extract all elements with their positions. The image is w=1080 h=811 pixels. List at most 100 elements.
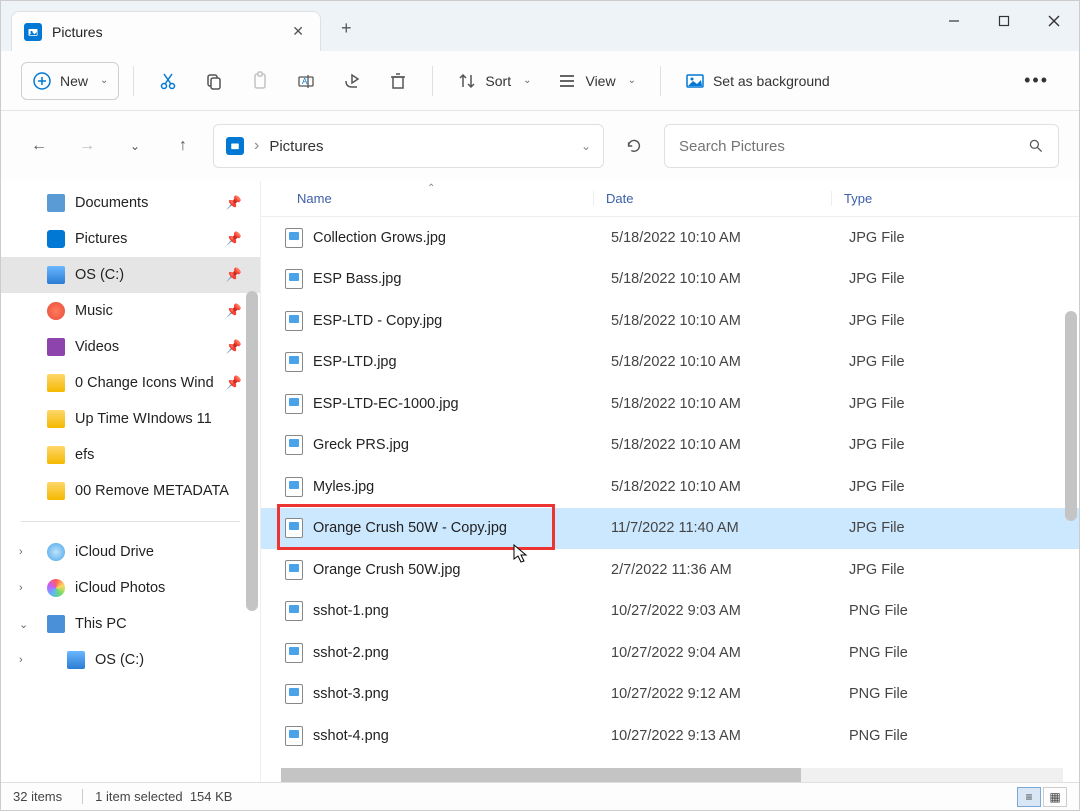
sidebar-item[interactable]: efs <box>1 437 260 473</box>
pictures-icon <box>226 137 244 155</box>
copy-button[interactable] <box>194 63 234 99</box>
set-background-button[interactable]: Set as background <box>675 63 840 99</box>
file-date: 5/18/2022 10:10 AM <box>599 271 837 287</box>
folder-icon <box>47 230 65 248</box>
file-date: 10/27/2022 9:13 AM <box>599 728 837 744</box>
file-row[interactable]: Orange Crush 50W - Copy.jpg11/7/2022 11:… <box>261 508 1079 550</box>
sidebar-scrollbar[interactable] <box>246 291 260 691</box>
search-box[interactable] <box>664 124 1059 168</box>
file-row[interactable]: Collection Grows.jpg5/18/2022 10:10 AMJP… <box>261 217 1079 259</box>
expand-icon[interactable]: › <box>19 582 23 594</box>
details-view-button[interactable]: ≡ <box>1017 787 1041 807</box>
expand-icon[interactable]: › <box>19 546 23 558</box>
address-bar[interactable]: › Pictures ⌄ <box>213 124 604 168</box>
tab-close-button[interactable]: ✕ <box>288 19 308 44</box>
sidebar-item[interactable]: 00 Remove METADATA <box>1 473 260 509</box>
sidebar-item[interactable]: ›iCloud Drive <box>1 534 260 570</box>
sidebar-item-label: Music <box>75 303 113 319</box>
file-icon <box>285 643 303 663</box>
folder-icon <box>47 410 65 428</box>
more-button[interactable]: ••• <box>1014 62 1059 99</box>
sidebar-item-label: 00 Remove METADATA <box>75 483 229 499</box>
sort-button[interactable]: Sort ⌄ <box>447 63 541 99</box>
share-button[interactable] <box>332 63 372 99</box>
file-type: JPG File <box>837 313 1007 329</box>
file-type: PNG File <box>837 686 1007 702</box>
main-content: Documents📌Pictures📌OS (C:)📌Music📌Videos📌… <box>1 181 1079 784</box>
file-row[interactable]: Greck PRS.jpg5/18/2022 10:10 AMJPG File <box>261 425 1079 467</box>
folder-icon <box>47 615 65 633</box>
sidebar-item[interactable]: Up Time WIndows 11 <box>1 401 260 437</box>
sidebar-item[interactable]: ›OS (C:) <box>1 642 260 678</box>
file-row[interactable]: ESP-LTD-EC-1000.jpg5/18/2022 10:10 AMJPG… <box>261 383 1079 425</box>
file-row[interactable]: ESP-LTD.jpg5/18/2022 10:10 AMJPG File <box>261 342 1079 384</box>
file-row[interactable]: sshot-4.png10/27/2022 9:13 AMPNG File <box>261 715 1079 757</box>
file-type: JPG File <box>837 479 1007 495</box>
folder-icon <box>47 194 65 212</box>
file-row[interactable]: sshot-1.png10/27/2022 9:03 AMPNG File <box>261 591 1079 633</box>
sidebar-item-label: Pictures <box>75 231 127 247</box>
delete-button[interactable] <box>378 63 418 99</box>
file-row[interactable]: Orange Crush 50W.jpg2/7/2022 11:36 AMJPG… <box>261 549 1079 591</box>
file-name: Greck PRS.jpg <box>313 437 599 453</box>
view-label: View <box>585 73 615 89</box>
close-button[interactable] <box>1029 1 1079 41</box>
tab-title: Pictures <box>52 24 278 40</box>
minimize-button[interactable] <box>929 1 979 41</box>
file-icon <box>285 228 303 248</box>
pictures-icon <box>24 23 42 41</box>
rename-button[interactable]: A <box>286 63 326 99</box>
sidebar-item[interactable]: Music📌 <box>1 293 260 329</box>
view-button[interactable]: View ⌄ <box>547 63 645 99</box>
pin-icon: 📌 <box>226 195 242 211</box>
folder-icon <box>47 374 65 392</box>
file-name: Orange Crush 50W.jpg <box>313 562 599 578</box>
breadcrumb-location[interactable]: Pictures <box>269 138 571 155</box>
sidebar-item[interactable]: › iCloud Photos <box>1 570 260 606</box>
refresh-button[interactable] <box>616 128 652 164</box>
file-icon <box>285 477 303 497</box>
forward-button[interactable]: → <box>69 128 105 164</box>
sidebar-item[interactable]: 0 Change Icons Wind📌 <box>1 365 260 401</box>
thumbnails-view-button[interactable]: ▦ <box>1043 787 1067 807</box>
breadcrumb-separator: › <box>254 137 259 155</box>
sidebar-item-label: iCloud Photos <box>75 580 165 596</box>
sidebar-item[interactable]: Pictures📌 <box>1 221 260 257</box>
file-row[interactable]: sshot-2.png10/27/2022 9:04 AMPNG File <box>261 632 1079 674</box>
file-icon <box>285 560 303 580</box>
file-row[interactable]: ESP-LTD - Copy.jpg5/18/2022 10:10 AMJPG … <box>261 300 1079 342</box>
column-name[interactable]: Name⌃ <box>297 191 593 206</box>
file-row[interactable]: ESP Bass.jpg5/18/2022 10:10 AMJPG File <box>261 259 1079 301</box>
cut-button[interactable] <box>148 63 188 99</box>
horizontal-scrollbar[interactable] <box>281 768 1063 782</box>
new-tab-button[interactable]: + <box>321 6 372 51</box>
sidebar-item[interactable]: Videos📌 <box>1 329 260 365</box>
new-button[interactable]: New ⌄ <box>21 62 119 100</box>
sort-label: Sort <box>485 73 511 89</box>
sidebar-item[interactable]: OS (C:)📌 <box>1 257 260 293</box>
file-row[interactable]: sshot-3.png10/27/2022 9:12 AMPNG File <box>261 674 1079 716</box>
expand-icon[interactable]: › <box>19 654 23 666</box>
pin-icon: 📌 <box>226 339 242 355</box>
search-input[interactable] <box>679 138 1028 155</box>
new-label: New <box>60 73 88 89</box>
column-date[interactable]: Date <box>593 191 831 206</box>
file-row[interactable]: Myles.jpg5/18/2022 10:10 AMJPG File <box>261 466 1079 508</box>
paste-button[interactable] <box>240 63 280 99</box>
expand-icon[interactable]: ⌄ <box>19 618 28 631</box>
recent-button[interactable]: ⌄ <box>117 128 153 164</box>
column-type[interactable]: Type <box>831 191 1001 206</box>
sidebar-item-label: Documents <box>75 195 148 211</box>
file-date: 5/18/2022 10:10 AM <box>599 230 837 246</box>
up-button[interactable]: ↑ <box>165 128 201 164</box>
chevron-down-icon[interactable]: ⌄ <box>581 139 591 153</box>
tab-pictures[interactable]: Pictures ✕ <box>11 11 321 51</box>
file-type: JPG File <box>837 230 1007 246</box>
vertical-scrollbar[interactable] <box>1065 311 1079 711</box>
maximize-button[interactable] <box>979 1 1029 41</box>
back-button[interactable]: ← <box>21 128 57 164</box>
folder-icon <box>67 651 85 669</box>
sidebar-item[interactable]: Documents 📌 <box>1 185 260 221</box>
file-icon <box>285 518 303 538</box>
sidebar-item[interactable]: ⌄This PC <box>1 606 260 642</box>
